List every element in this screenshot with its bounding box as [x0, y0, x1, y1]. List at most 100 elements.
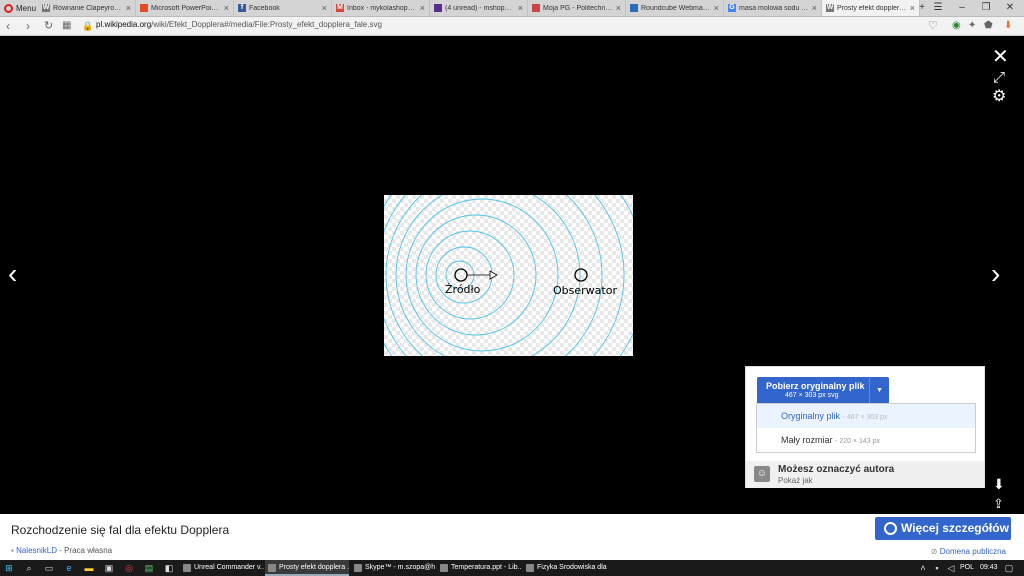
download-icon[interactable]: ⬇	[1004, 19, 1012, 33]
source-marker	[454, 268, 468, 282]
tab-menu-icon[interactable]: ☰	[926, 0, 950, 16]
language-indicator[interactable]: POL	[960, 560, 974, 576]
close-tab-icon[interactable]: ×	[322, 3, 327, 13]
opera-logo-icon	[4, 3, 13, 13]
back-icon[interactable]: ‹	[6, 19, 10, 33]
taskbar-app[interactable]: Skype™ - m.szopa@h...	[351, 560, 435, 576]
forward-icon[interactable]: ›	[26, 19, 30, 33]
taskbar-app[interactable]: Fizyka Srodowiska dla...	[523, 560, 607, 576]
author-link[interactable]: NalesnikLD	[16, 546, 57, 555]
url-field[interactable]: pl.wikipedia.org/wiki/Efekt_Dopplera#/me…	[96, 20, 382, 29]
option-original[interactable]: Oryginalny plik - 467 × 303 px	[757, 404, 975, 428]
previous-image-arrow-icon[interactable]: ‹	[8, 260, 17, 288]
google-icon: G	[728, 4, 736, 12]
office-icon	[140, 4, 148, 12]
close-tab-icon[interactable]: ×	[616, 3, 621, 13]
image-info-bar: Rozchodzenie się fal dla efektu Dopplera…	[0, 514, 1024, 560]
attribution-row[interactable]: ☺ Możesz oznaczyć autora Pokaż jak	[746, 461, 984, 488]
close-window-icon[interactable]: ✕	[998, 0, 1022, 16]
attribution-title: Możesz oznaczyć autora	[778, 464, 895, 475]
download-button-sub: 467 × 303 px svg	[785, 392, 839, 399]
download-size-menu: Oryginalny plik - 467 × 303 px Mały rozm…	[756, 403, 976, 453]
store-icon[interactable]: ▣	[104, 563, 114, 573]
pg-icon	[532, 4, 540, 12]
close-tab-icon[interactable]: ×	[126, 3, 131, 13]
option-small[interactable]: Mały rozmiar - 220 × 143 px	[757, 428, 975, 452]
more-details-button[interactable]: Więcej szczegółów	[875, 517, 1011, 540]
observer-marker	[574, 268, 588, 282]
attribution-link[interactable]: Pokaż jak	[778, 476, 813, 485]
yahoo-mail-icon	[434, 4, 442, 12]
tab[interactable]: M Inbox - mykolashopa@ ×	[332, 0, 430, 16]
next-image-arrow-icon[interactable]: ›	[991, 260, 1000, 288]
notifications-icon[interactable]: ▢	[1004, 563, 1014, 573]
tray-chevron-icon[interactable]: ˄	[918, 563, 928, 573]
tab[interactable]: (4 unread) - mshopa - Y ×	[430, 0, 528, 16]
author-suffix: - Praca własna	[56, 546, 113, 555]
maximize-icon[interactable]: ❐	[974, 0, 998, 16]
opera-menu-button[interactable]: Menu	[0, 0, 38, 16]
speed-dial-icon[interactable]: ▦	[62, 19, 71, 33]
close-tab-icon[interactable]: ×	[420, 3, 425, 13]
minimize-icon[interactable]: –	[950, 0, 974, 16]
task-view-icon[interactable]: ▭	[44, 563, 54, 573]
extension-icon[interactable]: ◉	[952, 19, 961, 33]
tab-bar: Menu W Równanie Clapeyrona (z × Microsoft …	[0, 0, 1024, 17]
observer-label: Obserwator	[553, 284, 617, 297]
wavefronts	[384, 195, 633, 356]
lock-icon: 🔒	[82, 21, 94, 31]
address-bar: ‹ › ↻ ▦ 🔒 pl.wikipedia.org/wiki/Efekt_Do…	[0, 17, 1024, 36]
facebook-icon: f	[238, 4, 246, 12]
doppler-image[interactable]: Źródło Obserwator	[384, 195, 633, 356]
taskbar-app[interactable]: Temperatura.ppt - Lib...	[437, 560, 521, 576]
extension-icon[interactable]: ✦	[968, 19, 976, 33]
chrome-icon[interactable]: ◎	[124, 563, 134, 573]
download-button-label: Pobierz oryginalny plik	[766, 381, 865, 391]
tab[interactable]: f Facebook ×	[234, 0, 332, 16]
pocket-icon[interactable]: ⬟	[984, 19, 993, 33]
tab[interactable]: Moja PG - Politechnika ×	[528, 0, 626, 16]
wikipedia-icon: W	[42, 4, 50, 12]
gear-icon[interactable]: ⚙	[992, 83, 1006, 111]
clock[interactable]: 09:43	[980, 560, 998, 576]
download-original-button[interactable]: Pobierz oryginalny plik 467 × 303 px svg…	[757, 377, 889, 404]
wikipedia-icon: W	[826, 4, 834, 12]
windows-start-icon[interactable]: ⊞	[4, 563, 14, 573]
taskbar-app[interactable]: Unreal Commander v...	[180, 560, 264, 576]
volume-icon[interactable]: ◁	[946, 563, 956, 573]
reload-icon[interactable]: ↻	[44, 19, 53, 33]
info-icon	[884, 522, 897, 535]
tab-active[interactable]: W Prosty efekt dopplera fa ×	[822, 0, 920, 16]
roundcube-icon	[630, 4, 638, 12]
heart-icon[interactable]: ♡	[928, 19, 938, 33]
author-line: ▪ NalesnikLD - Praca własna	[11, 546, 112, 555]
tray-icon[interactable]: ▪	[932, 563, 942, 573]
file-explorer-icon[interactable]: ▬	[84, 563, 94, 573]
url-domain: pl.wikipedia.org	[96, 20, 152, 29]
app-icon[interactable]: ◧	[164, 563, 174, 573]
close-tab-icon[interactable]: ×	[518, 3, 523, 13]
menu-label: Menu	[16, 3, 37, 13]
close-tab-icon[interactable]: ×	[224, 3, 229, 13]
url-path: /wiki/Efekt_Dopplera#/media/File:Prosty_…	[151, 20, 382, 29]
download-panel: Pobierz oryginalny plik 467 × 303 px svg…	[745, 366, 985, 488]
smiley-icon: ☺	[754, 466, 770, 482]
image-caption: Rozchodzenie się fal dla efektu Dopplera	[11, 523, 230, 537]
doppler-wave-diagram: Źródło Obserwator	[384, 195, 633, 356]
taskbar-app-active[interactable]: Prosty efekt dopplera ...	[265, 560, 349, 576]
public-domain-icon: ⊘	[930, 547, 938, 556]
tab[interactable]: Microsoft PowerPoint - ×	[136, 0, 234, 16]
taskbar: ⊞ ⌕ ▭ e ▬ ▣ ◎ ▤ ◧ Unreal Commander v... …	[0, 560, 1024, 576]
close-tab-icon[interactable]: ×	[714, 3, 719, 13]
app-icon[interactable]: ▤	[144, 563, 154, 573]
license-link[interactable]: ⊘ Domena publiczna	[931, 547, 1006, 556]
tab[interactable]: Gmasa molowa sodu - Sz ×	[724, 0, 822, 16]
close-tab-icon[interactable]: ×	[812, 3, 817, 13]
search-icon[interactable]: ⌕	[24, 563, 34, 573]
velocity-arrowhead	[489, 270, 498, 280]
edge-icon[interactable]: e	[64, 563, 74, 573]
tab[interactable]: W Równanie Clapeyrona (z ×	[38, 0, 136, 16]
chevron-down-icon[interactable]: ▼	[869, 377, 889, 404]
gmail-icon: M	[336, 4, 344, 12]
tab[interactable]: Roundcube Webmail :: ×	[626, 0, 724, 16]
